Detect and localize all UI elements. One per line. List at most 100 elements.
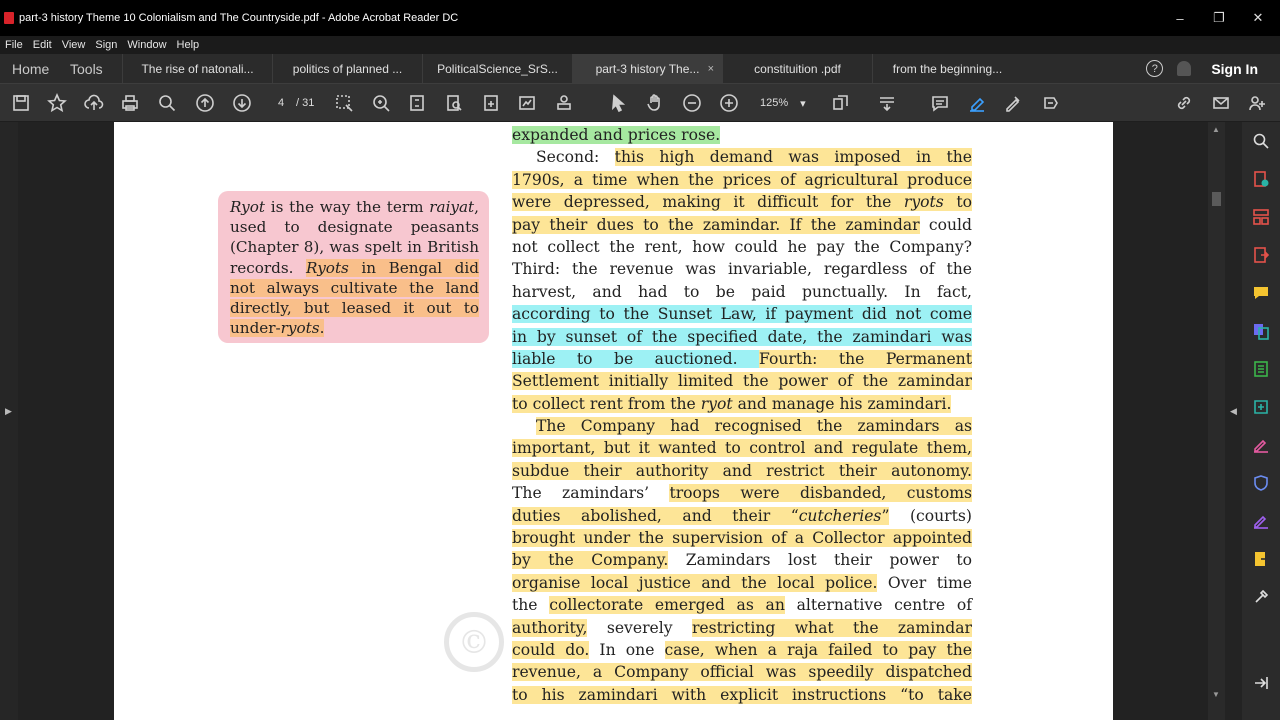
- text-run: Zamindars lost their power to: [668, 551, 972, 570]
- home-tab[interactable]: Home: [12, 54, 70, 83]
- text-run: severely: [587, 618, 692, 637]
- stamp-icon[interactable]: [553, 92, 575, 114]
- text-line: not collect the rent, how could he pay t…: [512, 236, 972, 258]
- tools-tab[interactable]: Tools: [70, 54, 122, 83]
- text-run: were depressed, making it difficult for …: [512, 193, 904, 212]
- tabbar-right: ? Sign In: [1146, 54, 1280, 83]
- compress-pdf-icon[interactable]: [1252, 360, 1270, 378]
- text-run: ryots: [280, 319, 320, 338]
- fill-and-sign-icon[interactable]: [1252, 436, 1270, 454]
- print-icon[interactable]: [119, 92, 141, 114]
- notification-bell-icon[interactable]: [1177, 61, 1192, 76]
- email-icon[interactable]: [1210, 92, 1232, 114]
- text-run: duties abolished, and their “: [512, 506, 799, 525]
- search-document-icon[interactable]: [443, 92, 465, 114]
- text-run: ryot: [700, 394, 733, 413]
- edit-pdf-icon[interactable]: [516, 92, 538, 114]
- search-tool-icon[interactable]: [1252, 132, 1270, 150]
- collapse-tools-icon[interactable]: [1252, 674, 1270, 692]
- left-nav-collapsed: ▶: [0, 122, 18, 720]
- fill-sign-icon[interactable]: [1039, 92, 1061, 114]
- highlight-pen-icon[interactable]: [966, 92, 988, 114]
- text-line: the collectorate emerged as an alternati…: [512, 594, 972, 616]
- edit-pdf-tool-icon[interactable]: [1252, 398, 1270, 416]
- doc-tab[interactable]: PoliticalScience_SrS...: [422, 54, 572, 83]
- text-run: cutcheries: [798, 506, 882, 525]
- menu-sign[interactable]: Sign: [95, 39, 117, 51]
- text-run: harvest, and had to be paid punctually. …: [512, 282, 972, 301]
- page-layout-icon[interactable]: [830, 92, 852, 114]
- send-for-review-icon[interactable]: [1252, 550, 1270, 568]
- request-signature-icon[interactable]: [1252, 512, 1270, 530]
- text-run: authority,: [512, 618, 588, 637]
- menu-window[interactable]: Window: [127, 39, 166, 51]
- bookmark-star-icon[interactable]: [46, 92, 68, 114]
- select-marquee-icon[interactable]: [333, 92, 355, 114]
- create-pdf-icon[interactable]: [1252, 170, 1270, 188]
- comment-tool-icon[interactable]: [1252, 284, 1270, 302]
- doc-tab[interactable]: constituition .pdf: [722, 54, 872, 83]
- zoom-in-icon[interactable]: [718, 92, 740, 114]
- more-tools-icon[interactable]: [1252, 588, 1270, 606]
- text-run: not always cultivate the land: [230, 278, 479, 297]
- expand-left-panel-icon[interactable]: ▶: [5, 406, 12, 417]
- menu-edit[interactable]: Edit: [33, 39, 52, 51]
- text-run: liable to be auctioned.: [512, 349, 760, 368]
- scroll-down-icon[interactable]: ▼: [1212, 690, 1220, 699]
- scrollbar-thumb[interactable]: [1212, 192, 1221, 206]
- zoom-tool-icon[interactable]: [370, 92, 392, 114]
- menu-help[interactable]: Help: [177, 39, 200, 51]
- text-run: troops were disbanded, customs: [669, 484, 972, 503]
- zoom-search-icon[interactable]: [156, 92, 178, 114]
- hand-tool-icon[interactable]: [644, 92, 666, 114]
- combine-files-icon[interactable]: [1252, 322, 1270, 340]
- protect-shield-icon[interactable]: [1252, 474, 1270, 492]
- page-down-icon[interactable]: [231, 92, 253, 114]
- minimize-button[interactable]: –: [1160, 0, 1200, 36]
- text-line: 1790s, a time when the prices of agricul…: [512, 169, 972, 191]
- upload-cloud-icon[interactable]: [83, 92, 105, 114]
- draw-freehand-icon[interactable]: [1002, 92, 1024, 114]
- close-tab-icon[interactable]: ×: [708, 63, 714, 75]
- text-run: ryots: [903, 193, 944, 212]
- scroll-up-icon[interactable]: ▲: [1212, 125, 1220, 134]
- sidebox-line: not always cultivate the land: [230, 278, 479, 298]
- export-pdf-icon[interactable]: [480, 92, 502, 114]
- text-line: duties abolished, and their “cutcheries”…: [512, 505, 972, 527]
- export-pdf-tool-icon[interactable]: [1252, 246, 1270, 264]
- doc-tab[interactable]: politics of planned ...: [272, 54, 422, 83]
- fit-page-icon[interactable]: [406, 92, 428, 114]
- doc-tab[interactable]: The rise of natonali...: [122, 54, 272, 83]
- menu-bar: File Edit View Sign Window Help: [0, 36, 1280, 54]
- save-icon[interactable]: [10, 92, 32, 114]
- close-window-button[interactable]: ✕: [1238, 0, 1278, 36]
- organize-pages-icon[interactable]: [1252, 208, 1270, 226]
- text-run: is the way the term: [265, 198, 430, 216]
- text-line: Third: the revenue was invariable, regar…: [512, 258, 972, 280]
- help-icon[interactable]: ?: [1146, 60, 1164, 77]
- document-viewport[interactable]: © Ryot is the way the term raiyat, used t…: [18, 122, 1208, 720]
- page-number-input[interactable]: 4: [268, 93, 294, 113]
- collapse-right-panel-icon[interactable]: ◀: [1230, 406, 1237, 417]
- zoom-out-icon[interactable]: [681, 92, 703, 114]
- text-run: to: [943, 193, 972, 212]
- add-user-icon[interactable]: [1246, 92, 1268, 114]
- doc-tab[interactable]: from the beginning...: [872, 54, 1022, 83]
- scroll-mode-icon[interactable]: [876, 92, 898, 114]
- restore-button[interactable]: ❐: [1199, 0, 1239, 36]
- vertical-scrollbar[interactable]: ▲ ▼: [1208, 122, 1225, 720]
- sign-in-button[interactable]: Sign In: [1211, 61, 1258, 77]
- select-cursor-icon[interactable]: [607, 92, 629, 114]
- text-line: to his zamindari with explicit instructi…: [512, 684, 972, 706]
- page-up-icon[interactable]: [194, 92, 216, 114]
- window-title: part-3 history Theme 10 Colonialism and …: [19, 12, 459, 24]
- menu-file[interactable]: File: [5, 39, 23, 51]
- text-run: under-: [230, 319, 281, 338]
- text-run: Third: the revenue was invariable, regar…: [512, 260, 972, 279]
- share-link-icon[interactable]: [1173, 92, 1195, 114]
- doc-tab-label: part-3 history The...: [595, 61, 700, 76]
- doc-tab-active[interactable]: part-3 history The... ×: [572, 54, 722, 83]
- menu-view[interactable]: View: [62, 39, 86, 51]
- zoom-level-select[interactable]: 125% ▾: [760, 93, 806, 113]
- comment-icon[interactable]: [929, 92, 951, 114]
